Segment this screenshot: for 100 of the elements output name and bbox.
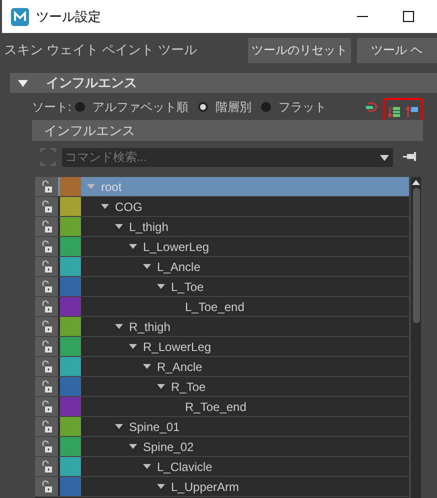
lock-button[interactable] xyxy=(35,317,58,336)
color-swatch[interactable] xyxy=(60,457,81,476)
joint-name: Spine_01 xyxy=(129,418,180,436)
section-header[interactable]: インフルエンス xyxy=(10,73,437,93)
color-swatch[interactable] xyxy=(60,297,81,316)
lock-button[interactable] xyxy=(35,257,58,276)
lock-button[interactable] xyxy=(35,297,58,316)
tree-row[interactable]: L_Toe_end xyxy=(35,297,409,317)
color-swatch[interactable] xyxy=(60,317,81,336)
padlock-icon xyxy=(40,200,54,214)
joint-name: L_UpperArm xyxy=(171,478,240,496)
expanded-icon[interactable] xyxy=(143,364,151,369)
tree-row[interactable]: L_Toe xyxy=(35,277,409,297)
color-swatch[interactable] xyxy=(60,377,81,396)
color-swatch[interactable] xyxy=(60,337,81,356)
influences-header: インフルエンス xyxy=(32,120,423,141)
tree-row[interactable]: R_thigh xyxy=(35,317,409,337)
color-swatch[interactable] xyxy=(60,177,81,196)
tree-row[interactable]: L_UpperArm xyxy=(35,477,409,497)
pin-icon[interactable] xyxy=(403,152,417,162)
color-swatch[interactable] xyxy=(60,257,81,276)
expanded-icon[interactable] xyxy=(157,484,165,489)
reset-tool-button[interactable]: ツールのリセット xyxy=(248,38,351,62)
sort-down-icon[interactable] xyxy=(388,106,400,118)
expanded-icon[interactable] xyxy=(115,324,123,329)
expanded-icon[interactable] xyxy=(129,244,137,249)
padlock-icon xyxy=(40,420,54,434)
padlock-icon xyxy=(40,240,54,254)
padlock-icon xyxy=(40,360,54,374)
lock-button[interactable] xyxy=(35,177,58,196)
lock-button[interactable] xyxy=(35,397,58,416)
expanded-icon[interactable] xyxy=(143,264,151,269)
expanded-icon[interactable] xyxy=(115,424,123,429)
lock-button[interactable] xyxy=(35,197,58,216)
padlock-icon xyxy=(40,320,54,334)
lock-button[interactable] xyxy=(35,377,58,396)
expanded-icon[interactable] xyxy=(143,464,151,469)
lock-button[interactable] xyxy=(35,457,58,476)
sort-radio[interactable]: 階層別 xyxy=(198,98,252,116)
color-swatch[interactable] xyxy=(60,477,81,496)
tool-help-button[interactable]: ツール ヘ xyxy=(357,38,437,62)
lock-button[interactable] xyxy=(35,217,58,236)
joint-name: L_thigh xyxy=(129,218,168,236)
joint-name: L_Toe xyxy=(171,278,204,296)
padlock-icon xyxy=(40,480,54,494)
tree-row[interactable]: R_Toe xyxy=(35,377,409,397)
sort-radio[interactable]: フラット xyxy=(261,98,326,116)
tree-row[interactable]: L_Ancle xyxy=(35,257,409,277)
joint-name: L_LowerLeg xyxy=(143,238,210,256)
padlock-icon xyxy=(40,280,54,294)
collapse-icon xyxy=(18,80,28,86)
tree-row[interactable]: L_thigh xyxy=(35,217,409,237)
tree-row[interactable]: R_Toe_end xyxy=(35,397,409,417)
sort-up-icon[interactable] xyxy=(406,106,418,118)
tree-row[interactable]: R_Ancle xyxy=(35,357,409,377)
lock-button[interactable] xyxy=(35,337,58,356)
padlock-icon xyxy=(40,300,54,314)
tree-row[interactable]: L_LowerLeg xyxy=(35,237,409,257)
tree-row[interactable]: Spine_02 xyxy=(35,437,409,457)
expanded-icon[interactable] xyxy=(115,224,123,229)
lock-button[interactable] xyxy=(35,357,58,376)
joint-name: R_Ancle xyxy=(157,358,202,376)
joint-name: root xyxy=(101,178,122,196)
expanded-icon[interactable] xyxy=(157,284,165,289)
sort-radio[interactable]: アルファベット順 xyxy=(75,98,188,116)
expanded-icon[interactable] xyxy=(101,204,109,209)
refresh-icon[interactable] xyxy=(365,101,379,113)
color-swatch[interactable] xyxy=(60,437,81,456)
padlock-icon xyxy=(40,340,54,354)
search-field[interactable]: コマンド検索... xyxy=(62,148,393,166)
tree-row[interactable]: L_Clavicle xyxy=(35,457,409,477)
color-swatch[interactable] xyxy=(60,357,81,376)
color-swatch[interactable] xyxy=(60,397,81,416)
tree-row[interactable]: COG xyxy=(35,197,409,217)
lock-button[interactable] xyxy=(35,237,58,256)
joint-name: R_Toe xyxy=(171,378,206,396)
color-swatch[interactable] xyxy=(60,277,81,296)
tree-row[interactable]: Spine_01 xyxy=(35,417,409,437)
color-swatch[interactable] xyxy=(60,237,81,256)
color-swatch[interactable] xyxy=(60,217,81,236)
lock-button[interactable] xyxy=(35,437,58,456)
lock-button[interactable] xyxy=(35,277,58,296)
color-swatch[interactable] xyxy=(60,197,81,216)
joint-name: L_Clavicle xyxy=(157,458,212,476)
joint-name: L_Toe_end xyxy=(185,298,244,316)
tree-row[interactable]: R_LowerLeg xyxy=(35,337,409,357)
expanded-icon[interactable] xyxy=(129,444,137,449)
expanded-icon[interactable] xyxy=(157,384,165,389)
scroll-up-icon[interactable] xyxy=(412,180,420,185)
expanded-icon[interactable] xyxy=(129,344,137,349)
padlock-icon xyxy=(40,220,54,234)
padlock-icon xyxy=(40,440,54,454)
color-swatch[interactable] xyxy=(60,417,81,436)
lock-button[interactable] xyxy=(35,477,58,496)
dropdown-icon[interactable] xyxy=(380,154,389,160)
padlock-icon xyxy=(40,180,54,194)
joint-name: R_Toe_end xyxy=(185,398,246,416)
lock-button[interactable] xyxy=(35,417,58,436)
joint-name: R_thigh xyxy=(129,318,170,336)
scrollbar[interactable] xyxy=(411,177,421,498)
